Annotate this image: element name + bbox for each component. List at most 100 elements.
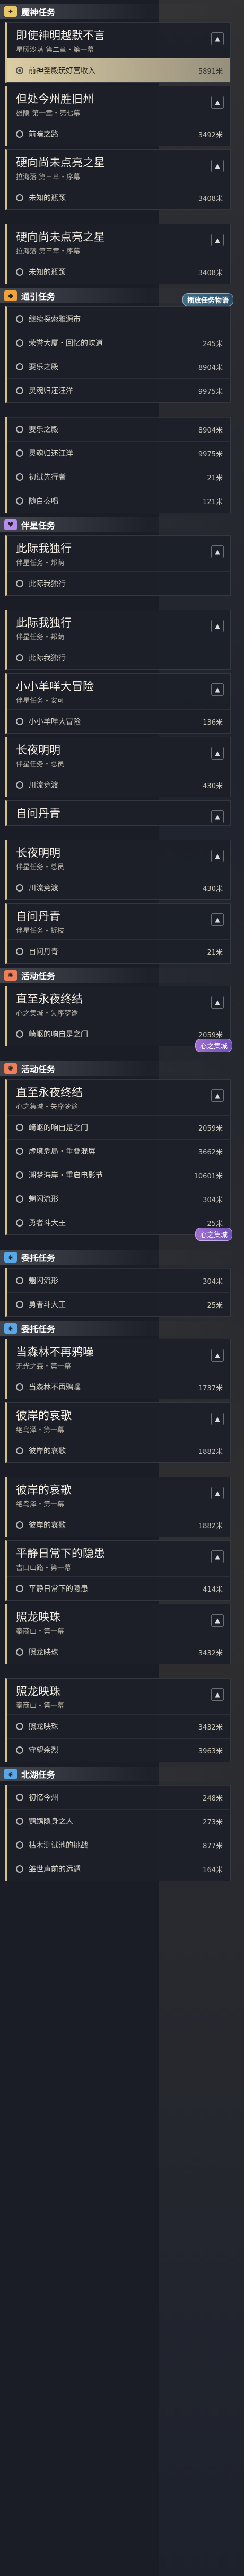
quest-step[interactable]: 照龙映珠 3432米 <box>7 1714 230 1738</box>
quest-step[interactable]: 自问丹青 21米 <box>7 939 230 963</box>
chevron-up-icon[interactable]: ▲ <box>211 747 224 760</box>
quest-card-header[interactable]: 此际我独行 伴星任务・邦荫 ▲ <box>7 536 230 571</box>
quest-card-header[interactable]: 自问丹青 ▲ <box>7 801 230 825</box>
quest-group-header[interactable]: ✺ 活动任务 <box>0 1061 244 1076</box>
quest-step[interactable]: 雏世声前的远遁 164米 <box>7 1857 230 1881</box>
quest-step[interactable]: 枯木测试池的挑战 877米 <box>7 1833 230 1857</box>
quest-step[interactable]: 此际我独行 <box>7 646 230 669</box>
chevron-up-icon[interactable]: ▲ <box>211 96 224 109</box>
chevron-up-icon[interactable]: ▲ <box>211 996 224 1009</box>
quest-step[interactable]: 川流竞渡 430米 <box>7 773 230 797</box>
quest-card-header[interactable]: 当森林不再鸦噪 无光之森・第一幕 ▲ <box>7 1339 230 1375</box>
quest-step[interactable]: 初忆今州 248米 <box>7 1785 230 1809</box>
quest-step[interactable]: 要乐之殿 8904米 <box>7 355 230 378</box>
quest-card[interactable]: 直至永夜终结 心之集城・失序梦途 ▲ 崎岖的响自是之门 2059米 虚境危局・重叠混屏 36… <box>5 1079 232 1241</box>
quest-card[interactable]: 当森林不再鸦噪 无光之森・第一幕 ▲ 当森林不再鸦噪 1737米 <box>5 1339 231 1399</box>
chevron-up-icon[interactable]: ▲ <box>211 1089 224 1102</box>
quest-card[interactable]: 直至永夜终结 心之集城・失序梦途 ▲ 崎岖的响自是之门 2059米 心之集城 <box>5 986 232 1052</box>
chevron-up-icon[interactable]: ▲ <box>211 913 224 926</box>
quest-card[interactable]: 长夜明明 伴星任务・总员 ▲ 川流竞渡 430米 <box>5 840 231 900</box>
quest-card-header[interactable]: 此际我独行 伴星任务・邦荫 ▲ <box>7 610 230 646</box>
quest-card[interactable]: 硬向尚未点亮之星 拉海落 第三章・序幕 ▲ 未知的瓶颈 3408米 <box>5 149 231 210</box>
quest-step[interactable]: 魍闪流形 304米 <box>7 1268 230 1292</box>
quest-card[interactable]: 此际我独行 伴星任务・邦荫 ▲ 此际我独行 <box>5 535 231 596</box>
quest-card-header[interactable]: 硬向尚未点亮之星 拉海落 第三章・序幕 ▲ <box>7 224 230 260</box>
chevron-up-icon[interactable]: ▲ <box>211 32 224 45</box>
quest-step-list[interactable]: 要乐之殿 8904米 灵魂归还汪洋 9975米 初试先行者 21米 随自奏唱 121米 <box>5 417 231 513</box>
quest-step[interactable]: 虚境危局・重叠混屏 3662米 <box>7 1139 230 1163</box>
quest-step[interactable]: 平静日常下的隐患 414米 <box>7 1576 230 1600</box>
quest-step[interactable]: 潮梦海岸・重启电影节 10601米 <box>7 1163 230 1187</box>
chevron-up-icon[interactable]: ▲ <box>211 1550 224 1563</box>
quest-card-header[interactable]: 直至永夜终结 心之集城・失序梦途 ▲ <box>7 1080 230 1115</box>
quest-card[interactable]: 小小羊咩大冒险 伴星任务・安可 ▲ 小小羊咩大冒险 136米 <box>5 673 231 734</box>
quest-step[interactable]: 川流竞渡 430米 <box>7 876 230 899</box>
quest-step[interactable]: 要乐之殿 8904米 <box>7 417 230 441</box>
quest-step[interactable]: 鹦鹉隐身之人 273米 <box>7 1809 230 1833</box>
quest-card[interactable]: 彼岸的哀歌 绝鸟泽・第一幕 ▲ 彼岸的哀歌 1882米 <box>5 1402 231 1463</box>
quest-step[interactable]: 照龙映珠 3432米 <box>7 1640 230 1664</box>
quest-card-header[interactable]: 长夜明明 伴星任务・总员 ▲ <box>7 737 230 773</box>
quest-group-header[interactable]: ♥ 伴星任务 <box>0 517 244 532</box>
quest-step[interactable]: 当森林不再鸦噪 1737米 <box>7 1375 230 1399</box>
quest-card[interactable]: 但处今州胜旧州 雄隐 第一章・第七幕 ▲ 前暗之路 3492米 <box>5 86 231 146</box>
quest-step-list[interactable]: 初忆今州 248米 鹦鹉隐身之人 273米 枯木测试池的挑战 877米 雏世声前的远遁 164… <box>5 1785 231 1881</box>
quest-step[interactable]: 灵魂归还汪洋 9975米 <box>7 441 230 465</box>
quest-card-header[interactable]: 照龙映珠 秦商山・第一幕 ▲ <box>7 1679 230 1714</box>
quest-step[interactable]: 彼岸的哀歌 1882米 <box>7 1513 230 1537</box>
quest-card[interactable]: 彼岸的哀歌 绝鸟泽・第一幕 ▲ 彼岸的哀歌 1882米 <box>5 1477 231 1537</box>
quest-card-header[interactable]: 长夜明明 伴星任务・总员 ▲ <box>7 840 230 876</box>
quest-card-header[interactable]: 照龙映珠 秦商山・第一幕 ▲ <box>7 1604 230 1640</box>
chevron-up-icon[interactable]: ▲ <box>211 1487 224 1499</box>
chevron-up-icon[interactable]: ▲ <box>211 1413 224 1425</box>
quest-card[interactable]: 自问丹青 伴星任务・折枝 ▲ 自问丹青 21米 <box>5 903 231 964</box>
quest-group-header[interactable]: ◈ 委托任务 <box>0 1250 244 1265</box>
chevron-up-icon[interactable]: ▲ <box>211 545 224 558</box>
quest-card[interactable]: 此际我独行 伴星任务・邦荫 ▲ 此际我独行 <box>5 610 231 670</box>
chevron-up-icon[interactable]: ▲ <box>211 683 224 696</box>
quest-step[interactable]: 随自奏唱 121米 <box>7 489 230 513</box>
quest-card[interactable]: 照龙映珠 秦商山・第一幕 ▲ 照龙映珠 3432米 守望余烈 3963米 <box>5 1678 231 1762</box>
quest-group-header[interactable]: ◈ 北湖任务 <box>0 1767 244 1781</box>
quest-card-header[interactable]: 直至永夜终结 心之集城・失序梦途 ▲ <box>7 986 230 1022</box>
quest-card-header[interactable]: 彼岸的哀歌 绝鸟泽・第一幕 ▲ <box>7 1477 230 1513</box>
quest-card-header[interactable]: 但处今州胜旧州 雄隐 第一章・第七幕 ▲ <box>7 86 230 122</box>
quest-step-list[interactable]: 魍闪流形 304米 勇者斗大王 25米 <box>5 1268 231 1317</box>
quest-card-header[interactable]: 自问丹青 伴星任务・折枝 ▲ <box>7 904 230 939</box>
quest-card-header[interactable]: 平静日常下的隐患 吉口山路・第一幕 ▲ <box>7 1541 230 1576</box>
quest-step-list[interactable]: 继续探索雅源市 荣誉大厦・回忆的峡道 245米 要乐之殿 8904米 灵魂归还汪洋 9975… <box>5 306 231 403</box>
quest-step[interactable]: 此际我独行 <box>7 571 230 595</box>
quest-card[interactable]: 自问丹青 ▲ <box>5 800 231 826</box>
quest-step[interactable]: 勇者斗大王 25米 <box>7 1292 230 1316</box>
chevron-up-icon[interactable]: ▲ <box>211 850 224 862</box>
quest-step[interactable]: 初试先行者 21米 <box>7 465 230 489</box>
quest-card-header[interactable]: 彼岸的哀歌 绝鸟泽・第一幕 ▲ <box>7 1403 230 1439</box>
quest-step[interactable]: 继续探索雅源市 <box>7 307 230 331</box>
quest-group-header[interactable]: ◈ 委托任务 <box>0 1321 244 1336</box>
quest-step[interactable]: 未知的瓶颈 3408米 <box>7 260 230 284</box>
quest-card-header[interactable]: 小小羊咩大冒险 伴星任务・安可 ▲ <box>7 674 230 709</box>
chevron-up-icon[interactable]: ▲ <box>211 234 224 246</box>
quest-step[interactable]: 崎岖的响自是之门 2059米 <box>7 1115 230 1139</box>
quest-step[interactable]: 前神圣殿玩好营收入 5891米 <box>7 58 230 82</box>
quest-step[interactable]: 小小羊咩大冒险 136米 <box>7 709 230 733</box>
quest-step[interactable]: 魍闪流形 304米 <box>7 1187 230 1211</box>
quest-group-header[interactable]: ✺ 活动任务 <box>0 968 244 983</box>
quest-card-header[interactable]: 硬向尚未点亮之星 拉海落 第三章・序幕 ▲ <box>7 150 230 186</box>
chevron-up-icon[interactable]: ▲ <box>211 810 224 823</box>
chevron-up-icon[interactable]: ▲ <box>211 1614 224 1627</box>
quest-group-header[interactable]: ◆ 通引任务 播放任务物语 <box>0 288 244 306</box>
chevron-up-icon[interactable]: ▲ <box>211 1688 224 1701</box>
quest-card[interactable]: 照龙映珠 秦商山・第一幕 ▲ 照龙映珠 3432米 <box>5 1604 231 1664</box>
quest-step[interactable]: 前暗之路 3492米 <box>7 122 230 146</box>
quest-step[interactable]: 彼岸的哀歌 1882米 <box>7 1439 230 1462</box>
quest-card[interactable]: 平静日常下的隐患 吉口山路・第一幕 ▲ 平静日常下的隐患 414米 <box>5 1540 231 1601</box>
quest-card[interactable]: 硬向尚未点亮之星 拉海落 第三章・序幕 ▲ 未知的瓶颈 3408米 <box>5 224 231 284</box>
quest-card[interactable]: 长夜明明 伴星任务・总员 ▲ 川流竞渡 430米 <box>5 737 231 797</box>
chevron-up-icon[interactable]: ▲ <box>211 620 224 632</box>
quest-card[interactable]: 即使神明越默不言 星照沙塔 第二章・第一幕 ▲ 前神圣殿玩好营收入 5891米 <box>5 22 231 83</box>
quest-step[interactable]: 守望余烈 3963米 <box>7 1738 230 1762</box>
quest-step[interactable]: 未知的瓶颈 3408米 <box>7 186 230 209</box>
chevron-up-icon[interactable]: ▲ <box>211 160 224 172</box>
quest-step[interactable]: 荣誉大厦・回忆的峡道 245米 <box>7 331 230 355</box>
